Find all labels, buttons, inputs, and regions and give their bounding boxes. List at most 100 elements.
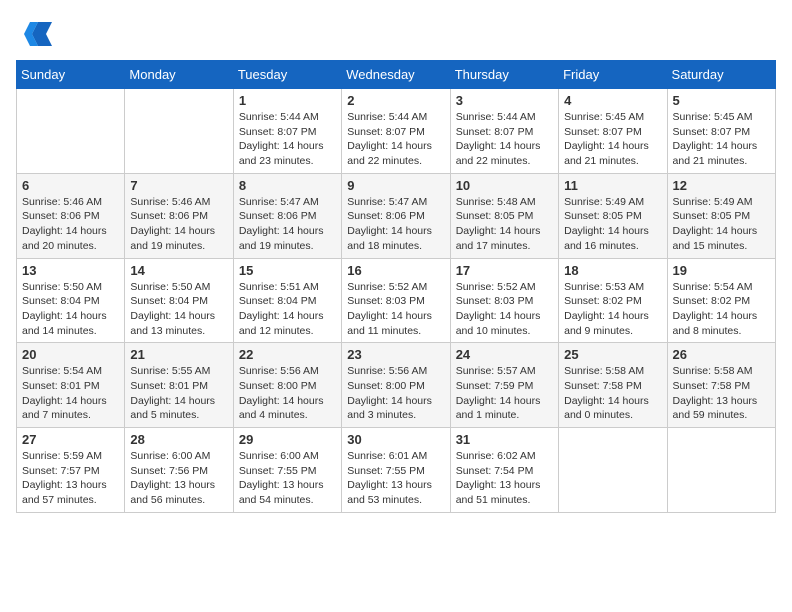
calendar-cell xyxy=(667,428,775,513)
day-content: Sunrise: 5:45 AM Sunset: 8:07 PM Dayligh… xyxy=(673,110,770,169)
calendar-cell: 24 Sunrise: 5:57 AM Sunset: 7:59 PM Dayli… xyxy=(450,343,558,428)
day-content: Sunrise: 5:58 AM Sunset: 7:58 PM Dayligh… xyxy=(564,364,661,423)
day-content: Sunrise: 5:55 AM Sunset: 8:01 PM Dayligh… xyxy=(130,364,227,423)
calendar-cell: 5Sunrise: 5:45 AM Sunset: 8:07 PM Daylig… xyxy=(667,89,775,174)
calendar-cell: 13Sunrise: 5:50 AM Sunset: 8:04 PM Dayli… xyxy=(17,258,125,343)
day-content: Sunrise: 5:44 AM Sunset: 8:07 PM Dayligh… xyxy=(239,110,336,169)
calendar-cell: 9 Sunrise: 5:47 AM Sunset: 8:06 PM Daylig… xyxy=(342,173,450,258)
calendar-cell: 1 Sunrise: 5:44 AM Sunset: 8:07 PM Daylig… xyxy=(233,89,341,174)
day-number: 28 xyxy=(130,432,227,447)
day-content: Sunrise: 5:47 AM Sunset: 8:06 PM Dayligh… xyxy=(347,195,444,254)
day-content: Sunrise: 5:52 AM Sunset: 8:03 PM Dayligh… xyxy=(347,280,444,339)
day-content: Sunrise: 5:50 AM Sunset: 8:04 PM Dayligh… xyxy=(130,280,227,339)
day-number: 9 xyxy=(347,178,444,193)
day-number: 30 xyxy=(347,432,444,447)
calendar-cell: 18Sunrise: 5:53 AM Sunset: 8:02 PM Dayli… xyxy=(559,258,667,343)
day-header-monday: Monday xyxy=(125,61,233,89)
calendar-cell: 8 Sunrise: 5:47 AM Sunset: 8:06 PM Daylig… xyxy=(233,173,341,258)
day-header-friday: Friday xyxy=(559,61,667,89)
day-number: 26 xyxy=(673,347,770,362)
calendar-cell: 7 Sunrise: 5:46 AM Sunset: 8:06 PM Daylig… xyxy=(125,173,233,258)
day-number: 27 xyxy=(22,432,119,447)
day-content: Sunrise: 5:58 AM Sunset: 7:58 PM Dayligh… xyxy=(673,364,770,423)
day-content: Sunrise: 6:00 AM Sunset: 7:56 PM Dayligh… xyxy=(130,449,227,508)
calendar-cell: 29 Sunrise: 6:00 AM Sunset: 7:55 PM Dayli… xyxy=(233,428,341,513)
day-number: 24 xyxy=(456,347,553,362)
calendar-cell: 12 Sunrise: 5:49 AM Sunset: 8:05 PM Dayli… xyxy=(667,173,775,258)
day-header-wednesday: Wednesday xyxy=(342,61,450,89)
day-content: Sunrise: 5:59 AM Sunset: 7:57 PM Dayligh… xyxy=(22,449,119,508)
day-number: 16 xyxy=(347,263,444,278)
day-number: 15 xyxy=(239,263,336,278)
day-content: Sunrise: 5:56 AM Sunset: 8:00 PM Dayligh… xyxy=(347,364,444,423)
day-number: 23 xyxy=(347,347,444,362)
week-row-3: 13 Sunrise: 5:50 AM Sunset: 8:04 PM Dayli… xyxy=(17,258,776,343)
calendar-cell: 23 Sunrise: 5:56 AM Sunset: 8:00 PM Dayli… xyxy=(342,343,450,428)
calendar-cell: 2 Sunrise: 5:44 AM Sunset: 8:07 PM Daylig… xyxy=(342,89,450,174)
day-content: Sunrise: 5:56 AM Sunset: 8:00 PM Dayligh… xyxy=(239,364,336,423)
day-content: Sunrise: 5:54 AM Sunset: 8:02 PM Dayligh… xyxy=(673,280,770,339)
logo xyxy=(16,16,56,52)
day-number: 22 xyxy=(239,347,336,362)
day-number: 20 xyxy=(22,347,119,362)
calendar-cell xyxy=(559,428,667,513)
day-content: Sunrise: 6:01 AM Sunset: 7:55 PM Dayligh… xyxy=(347,449,444,508)
day-content: Sunrise: 5:45 AM Sunset: 8:07 PM Dayligh… xyxy=(564,110,661,169)
week-row-5: 27 Sunrise: 5:59 AM Sunset: 7:57 PM Dayli… xyxy=(17,428,776,513)
day-content: Sunrise: 5:49 AM Sunset: 8:05 PM Dayligh… xyxy=(564,195,661,254)
calendar-cell: 10 Sunrise: 5:48 AM Sunset: 8:05 PM Dayli… xyxy=(450,173,558,258)
calendar-cell: 4 Sunrise: 5:45 AM Sunset: 8:07 PM Daylig… xyxy=(559,89,667,174)
day-content: Sunrise: 5:54 AM Sunset: 8:01 PM Dayligh… xyxy=(22,364,119,423)
day-header-saturday: Saturday xyxy=(667,61,775,89)
day-content: Sunrise: 5:44 AM Sunset: 8:07 PM Dayligh… xyxy=(456,110,553,169)
day-content: Sunrise: 6:02 AM Sunset: 7:54 PM Dayligh… xyxy=(456,449,553,508)
day-number: 6 xyxy=(22,178,119,193)
day-content: Sunrise: 5:53 AM Sunset: 8:02 PM Dayligh… xyxy=(564,280,661,339)
day-number: 7 xyxy=(130,178,227,193)
day-content: Sunrise: 5:51 AM Sunset: 8:04 PM Dayligh… xyxy=(239,280,336,339)
day-content: Sunrise: 5:44 AM Sunset: 8:07 PM Dayligh… xyxy=(347,110,444,169)
day-number: 8 xyxy=(239,178,336,193)
day-number: 11 xyxy=(564,178,661,193)
calendar-cell: 25Sunrise: 5:58 AM Sunset: 7:58 PM Dayli… xyxy=(559,343,667,428)
day-number: 3 xyxy=(456,93,553,108)
calendar-cell: 16 Sunrise: 5:52 AM Sunset: 8:03 PM Dayli… xyxy=(342,258,450,343)
day-number: 31 xyxy=(456,432,553,447)
week-row-4: 20 Sunrise: 5:54 AM Sunset: 8:01 PM Dayli… xyxy=(17,343,776,428)
day-content: Sunrise: 5:57 AM Sunset: 7:59 PM Dayligh… xyxy=(456,364,553,423)
logo-icon xyxy=(16,16,52,52)
day-header-tuesday: Tuesday xyxy=(233,61,341,89)
day-number: 2 xyxy=(347,93,444,108)
calendar-cell: 6 Sunrise: 5:46 AM Sunset: 8:06 PM Daylig… xyxy=(17,173,125,258)
day-content: Sunrise: 5:52 AM Sunset: 8:03 PM Dayligh… xyxy=(456,280,553,339)
day-number: 13 xyxy=(22,263,119,278)
calendar-cell: 15 Sunrise: 5:51 AM Sunset: 8:04 PM Dayli… xyxy=(233,258,341,343)
calendar-cell: 26 Sunrise: 5:58 AM Sunset: 7:58 PM Dayli… xyxy=(667,343,775,428)
day-number: 12 xyxy=(673,178,770,193)
day-content: Sunrise: 5:48 AM Sunset: 8:05 PM Dayligh… xyxy=(456,195,553,254)
day-content: Sunrise: 5:49 AM Sunset: 8:05 PM Dayligh… xyxy=(673,195,770,254)
calendar-cell: 3 Sunrise: 5:44 AM Sunset: 8:07 PM Daylig… xyxy=(450,89,558,174)
day-content: Sunrise: 5:46 AM Sunset: 8:06 PM Dayligh… xyxy=(130,195,227,254)
week-row-1: 1 Sunrise: 5:44 AM Sunset: 8:07 PM Daylig… xyxy=(17,89,776,174)
day-content: Sunrise: 5:47 AM Sunset: 8:06 PM Dayligh… xyxy=(239,195,336,254)
day-content: Sunrise: 5:46 AM Sunset: 8:06 PM Dayligh… xyxy=(22,195,119,254)
calendar-cell: 17Sunrise: 5:52 AM Sunset: 8:03 PM Dayli… xyxy=(450,258,558,343)
calendar-cell: 31 Sunrise: 6:02 AM Sunset: 7:54 PM Dayli… xyxy=(450,428,558,513)
calendar-cell: 27 Sunrise: 5:59 AM Sunset: 7:57 PM Dayli… xyxy=(17,428,125,513)
day-header-sunday: Sunday xyxy=(17,61,125,89)
week-row-2: 6 Sunrise: 5:46 AM Sunset: 8:06 PM Daylig… xyxy=(17,173,776,258)
page-header xyxy=(16,16,776,52)
calendar-cell xyxy=(17,89,125,174)
day-number: 4 xyxy=(564,93,661,108)
day-header-thursday: Thursday xyxy=(450,61,558,89)
day-number: 1 xyxy=(239,93,336,108)
day-content: Sunrise: 6:00 AM Sunset: 7:55 PM Dayligh… xyxy=(239,449,336,508)
days-header-row: SundayMondayTuesdayWednesdayThursdayFrid… xyxy=(17,61,776,89)
calendar-cell xyxy=(125,89,233,174)
calendar-cell: 20 Sunrise: 5:54 AM Sunset: 8:01 PM Dayli… xyxy=(17,343,125,428)
day-number: 29 xyxy=(239,432,336,447)
day-number: 10 xyxy=(456,178,553,193)
day-number: 21 xyxy=(130,347,227,362)
calendar-cell: 11 Sunrise: 5:49 AM Sunset: 8:05 PM Dayli… xyxy=(559,173,667,258)
